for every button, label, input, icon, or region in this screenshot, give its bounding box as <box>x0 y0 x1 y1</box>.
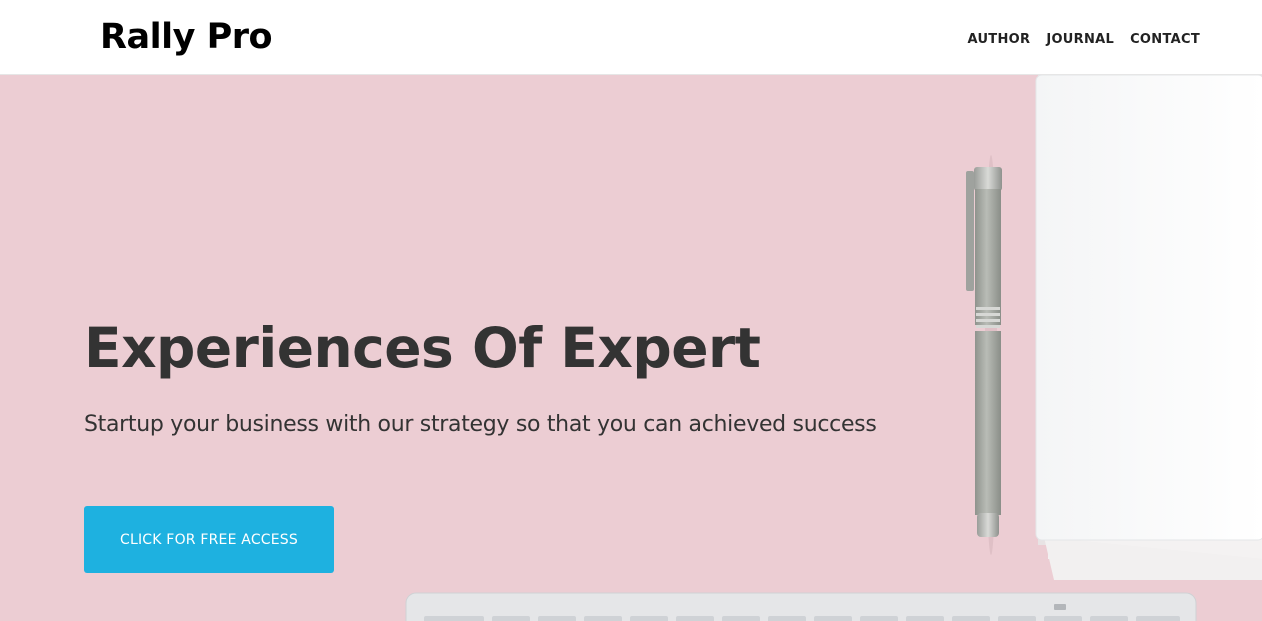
hero-section: Experiences Of Expert Startup your busin… <box>0 75 1262 621</box>
nav-item-author[interactable]: AUTHOR <box>967 31 1030 49</box>
notebook-image <box>1035 75 1262 580</box>
logo[interactable]: Rally Pro <box>100 14 273 60</box>
keyboard-image <box>405 592 1197 621</box>
pen-image <box>966 155 1002 555</box>
site-header: Rally Pro AUTHOR JOURNAL CONTACT <box>0 0 1262 75</box>
hero-headline: Experiences Of Expert <box>84 316 761 380</box>
free-access-button[interactable]: CLICK FOR FREE ACCESS <box>84 506 334 573</box>
main-nav: AUTHOR JOURNAL CONTACT <box>967 31 1200 49</box>
hero-subheadline: Startup your business with our strategy … <box>84 412 877 437</box>
nav-item-contact[interactable]: CONTACT <box>1130 31 1200 49</box>
nav-item-journal[interactable]: JOURNAL <box>1046 31 1114 49</box>
